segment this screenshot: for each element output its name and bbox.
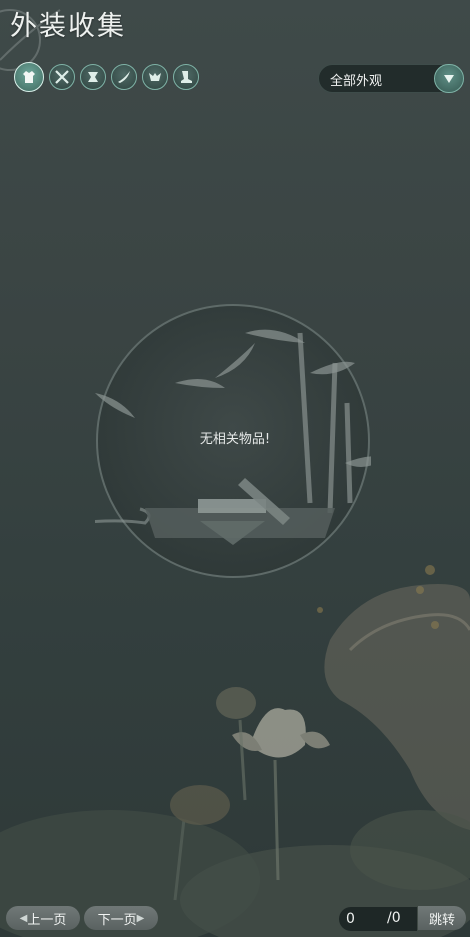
jump-button[interactable]: 跳转 [418, 906, 466, 930]
outfit-icon [23, 71, 35, 83]
next-page-label: 下一页 [97, 912, 137, 928]
tab-weapon[interactable] [49, 64, 75, 90]
page-title: 外装收集 [10, 11, 126, 42]
tab-wing[interactable] [111, 64, 137, 90]
page-total: /0 [387, 910, 401, 926]
category-tabs [14, 62, 199, 92]
prev-page-button[interactable]: ◀ 上一页 [6, 906, 80, 930]
prev-page-label: 上一页 [27, 912, 67, 928]
chevron-right-icon: ▶ [136, 912, 145, 924]
boots-icon [181, 71, 192, 83]
chevron-left-icon: ◀ [19, 912, 28, 924]
tab-mount[interactable] [142, 64, 168, 90]
dropdown-toggle-button[interactable] [434, 64, 464, 93]
empty-state-message: 无相关物品! [199, 432, 271, 447]
tab-hairpiece[interactable] [80, 64, 106, 90]
tab-outfit[interactable] [14, 62, 44, 92]
wing-icon [118, 71, 130, 83]
next-page-button[interactable]: 下一页 ▶ [84, 906, 158, 930]
page-number-input[interactable] [344, 910, 386, 928]
filter-selected-value: 全部外观 [330, 74, 383, 89]
appearance-filter-dropdown[interactable]: 全部外观 [318, 64, 464, 93]
chevron-down-icon [444, 74, 454, 83]
weapon-icon [55, 70, 69, 84]
hairpiece-icon [88, 72, 98, 82]
tab-boots[interactable] [173, 64, 199, 90]
mount-icon [149, 73, 161, 81]
